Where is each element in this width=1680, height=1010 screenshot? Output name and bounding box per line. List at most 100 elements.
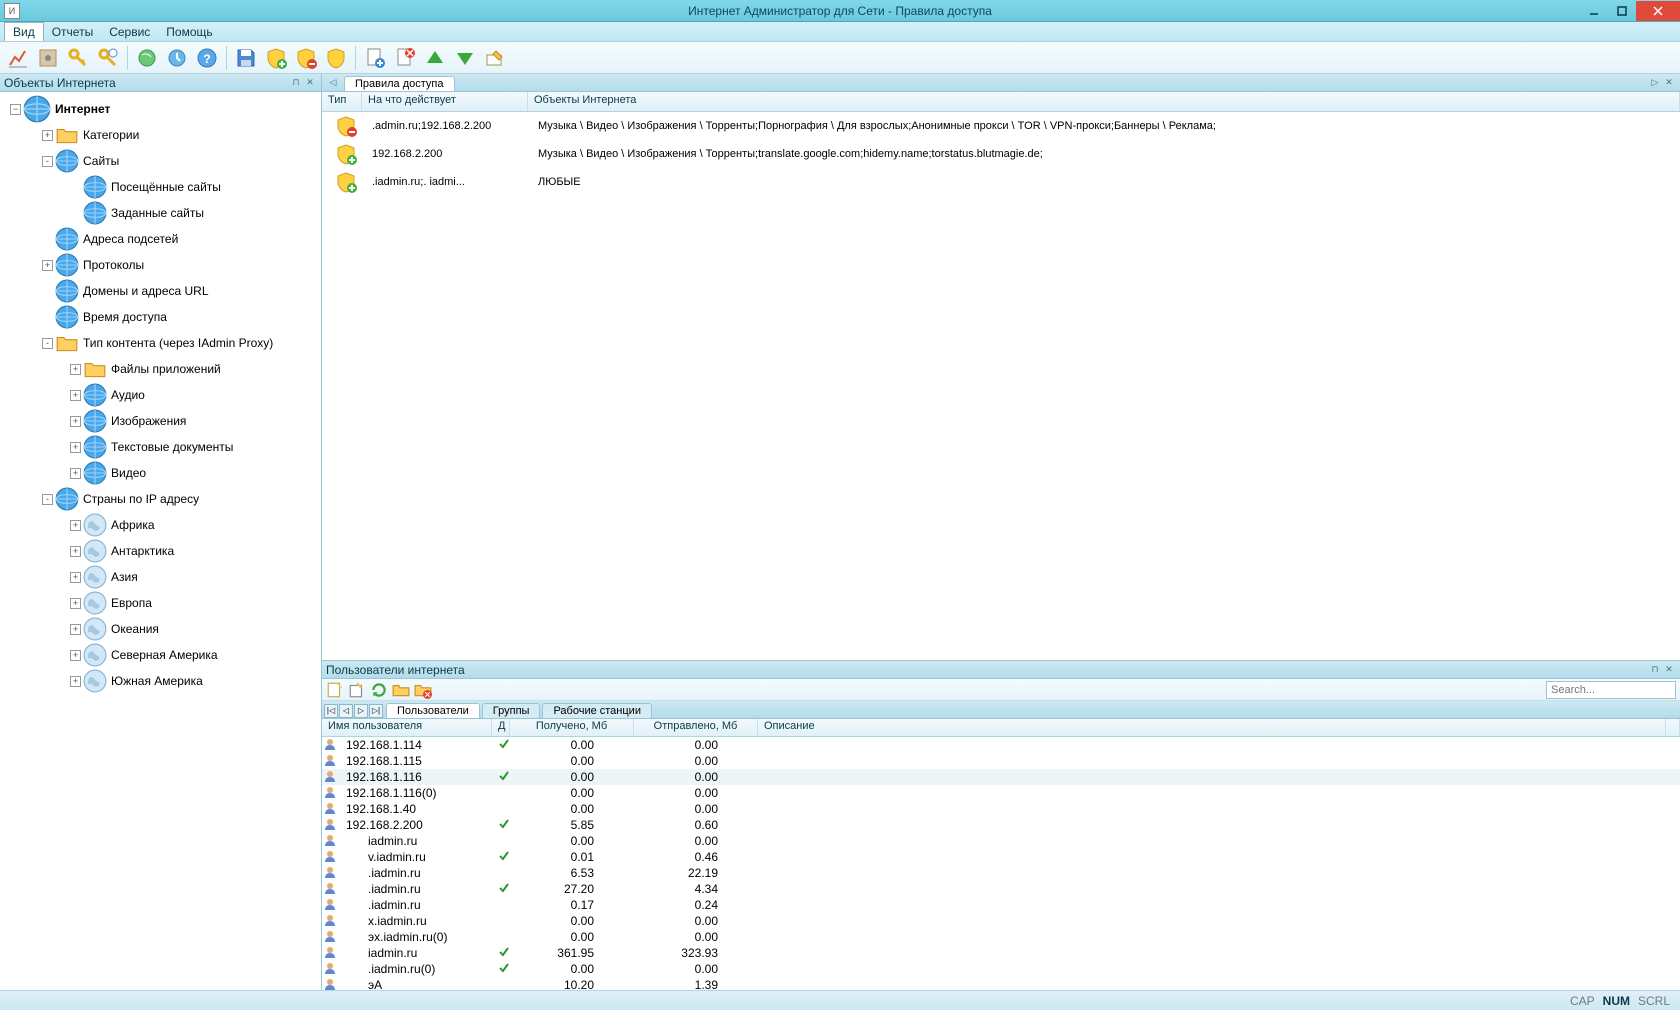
- tab-prev-icon[interactable]: ◁: [326, 77, 340, 91]
- maximize-button[interactable]: [1608, 1, 1636, 21]
- folder-icon[interactable]: [392, 681, 410, 699]
- first-icon[interactable]: |◁: [324, 704, 338, 718]
- rule-row[interactable]: 192.168.2.200Музыка \ Видео \ Изображени…: [322, 140, 1680, 168]
- shield-icon[interactable]: [322, 44, 350, 72]
- edit-icon[interactable]: [481, 44, 509, 72]
- close-panel-icon[interactable]: ✕: [1662, 663, 1676, 677]
- doc-add-icon[interactable]: [361, 44, 389, 72]
- expand-icon[interactable]: +: [70, 442, 81, 453]
- minimize-button[interactable]: [1580, 1, 1608, 21]
- user-row[interactable]: 192.168.1.1160.000.00: [322, 769, 1680, 785]
- expand-icon[interactable]: -: [42, 156, 53, 167]
- user-row[interactable]: эx.iadmin.ru(0)0.000.00: [322, 929, 1680, 945]
- user-row[interactable]: .iadmin.ru6.5322.19: [322, 865, 1680, 881]
- expand-icon[interactable]: +: [70, 650, 81, 661]
- close-button[interactable]: [1636, 1, 1680, 21]
- tree-item[interactable]: Адреса подсетей: [0, 226, 321, 252]
- tree-item[interactable]: +Видео: [0, 460, 321, 486]
- tab-workstations[interactable]: Рабочие станции: [542, 703, 652, 718]
- rules-grid[interactable]: .admin.ru;192.168.2.200Музыка \ Видео \ …: [322, 112, 1680, 660]
- refresh-icon[interactable]: [370, 681, 388, 699]
- doc-delete-icon[interactable]: [391, 44, 419, 72]
- world-time-icon[interactable]: [163, 44, 191, 72]
- user-row[interactable]: x.iadmin.ru0.000.00: [322, 913, 1680, 929]
- key-icon[interactable]: [64, 44, 92, 72]
- search-input[interactable]: [1546, 681, 1676, 699]
- last-icon[interactable]: ▷|: [369, 704, 383, 718]
- tree-item[interactable]: +Азия: [0, 564, 321, 590]
- tree[interactable]: −Интернет+Категории-СайтыПосещённые сайт…: [0, 92, 321, 990]
- expand-icon[interactable]: +: [70, 598, 81, 609]
- key-search-icon[interactable]: [94, 44, 122, 72]
- expand-icon[interactable]: +: [70, 572, 81, 583]
- ucol-desc[interactable]: Описание: [758, 719, 1666, 736]
- menu-Сервис[interactable]: Сервис: [101, 22, 158, 41]
- ucol-rcv[interactable]: Получено, Мб: [510, 719, 634, 736]
- menu-Вид[interactable]: Вид: [4, 22, 44, 41]
- tree-item[interactable]: +Антарктика: [0, 538, 321, 564]
- tools-icon[interactable]: [34, 44, 62, 72]
- tree-item[interactable]: +Европа: [0, 590, 321, 616]
- expand-icon[interactable]: −: [10, 104, 21, 115]
- tree-item[interactable]: +Океания: [0, 616, 321, 642]
- user-row[interactable]: 192.168.2.2005.850.60: [322, 817, 1680, 833]
- expand-icon[interactable]: +: [70, 390, 81, 401]
- expand-icon[interactable]: +: [70, 546, 81, 557]
- expand-icon[interactable]: -: [42, 494, 53, 505]
- ucol-name[interactable]: Имя пользователя: [322, 719, 492, 736]
- save-icon[interactable]: [232, 44, 260, 72]
- shield-remove-icon[interactable]: [292, 44, 320, 72]
- edit-icon[interactable]: [348, 681, 366, 699]
- tab-close-icon[interactable]: ✕: [1662, 77, 1676, 91]
- tree-item[interactable]: +Изображения: [0, 408, 321, 434]
- expand-icon[interactable]: +: [70, 468, 81, 479]
- tree-item[interactable]: +Африка: [0, 512, 321, 538]
- tree-item[interactable]: +Категории: [0, 122, 321, 148]
- up-icon[interactable]: [421, 44, 449, 72]
- down-icon[interactable]: [451, 44, 479, 72]
- tab-next-icon[interactable]: ▷: [1648, 77, 1662, 91]
- pin-icon[interactable]: ⊓: [1648, 663, 1662, 677]
- expand-icon[interactable]: +: [70, 624, 81, 635]
- tree-item[interactable]: -Страны по IP адресу: [0, 486, 321, 512]
- close-panel-icon[interactable]: ✕: [303, 76, 317, 90]
- rule-row[interactable]: .iadmin.ru;. iadmi...ЛЮБЫЕ: [322, 168, 1680, 196]
- ucol-d[interactable]: Д: [492, 719, 510, 736]
- chart-icon[interactable]: [4, 44, 32, 72]
- col-type[interactable]: Тип: [322, 92, 362, 111]
- user-row[interactable]: v.iadmin.ru0.010.46: [322, 849, 1680, 865]
- pin-icon[interactable]: ⊓: [289, 76, 303, 90]
- world-refresh-icon[interactable]: [133, 44, 161, 72]
- tab-groups[interactable]: Группы: [482, 703, 541, 718]
- tab-users[interactable]: Пользователи: [386, 703, 480, 718]
- expand-icon[interactable]: +: [70, 676, 81, 687]
- user-row[interactable]: эA10.201.39: [322, 977, 1680, 990]
- tab-rules[interactable]: Правила доступа: [344, 76, 455, 91]
- tree-item[interactable]: +Южная Америка: [0, 668, 321, 694]
- tree-item[interactable]: -Сайты: [0, 148, 321, 174]
- next-icon[interactable]: ▷: [354, 704, 368, 718]
- tree-item[interactable]: Заданные сайты: [0, 200, 321, 226]
- user-row[interactable]: 192.168.1.1150.000.00: [322, 753, 1680, 769]
- expand-icon[interactable]: -: [42, 338, 53, 349]
- expand-icon[interactable]: +: [42, 260, 53, 271]
- help-icon[interactable]: ?: [193, 44, 221, 72]
- rule-row[interactable]: .admin.ru;192.168.2.200Музыка \ Видео \ …: [322, 112, 1680, 140]
- tree-item[interactable]: +Протоколы: [0, 252, 321, 278]
- user-row[interactable]: .iadmin.ru27.204.34: [322, 881, 1680, 897]
- tree-item[interactable]: Домены и адреса URL: [0, 278, 321, 304]
- tree-item[interactable]: Время доступа: [0, 304, 321, 330]
- tree-item[interactable]: +Файлы приложений: [0, 356, 321, 382]
- tree-item[interactable]: Посещённые сайты: [0, 174, 321, 200]
- user-row[interactable]: .iadmin.ru(0)0.000.00: [322, 961, 1680, 977]
- prev-icon[interactable]: ◁: [339, 704, 353, 718]
- user-row[interactable]: iadmin.ru361.95323.93: [322, 945, 1680, 961]
- shield-add-icon[interactable]: [262, 44, 290, 72]
- menu-Отчеты[interactable]: Отчеты: [44, 22, 101, 41]
- folder-delete-icon[interactable]: [414, 681, 432, 699]
- tree-item[interactable]: +Аудио: [0, 382, 321, 408]
- user-row[interactable]: .iadmin.ru0.170.24: [322, 897, 1680, 913]
- tree-item[interactable]: +Текстовые документы: [0, 434, 321, 460]
- user-row[interactable]: 192.168.1.1140.000.00: [322, 737, 1680, 753]
- tree-item[interactable]: +Северная Америка: [0, 642, 321, 668]
